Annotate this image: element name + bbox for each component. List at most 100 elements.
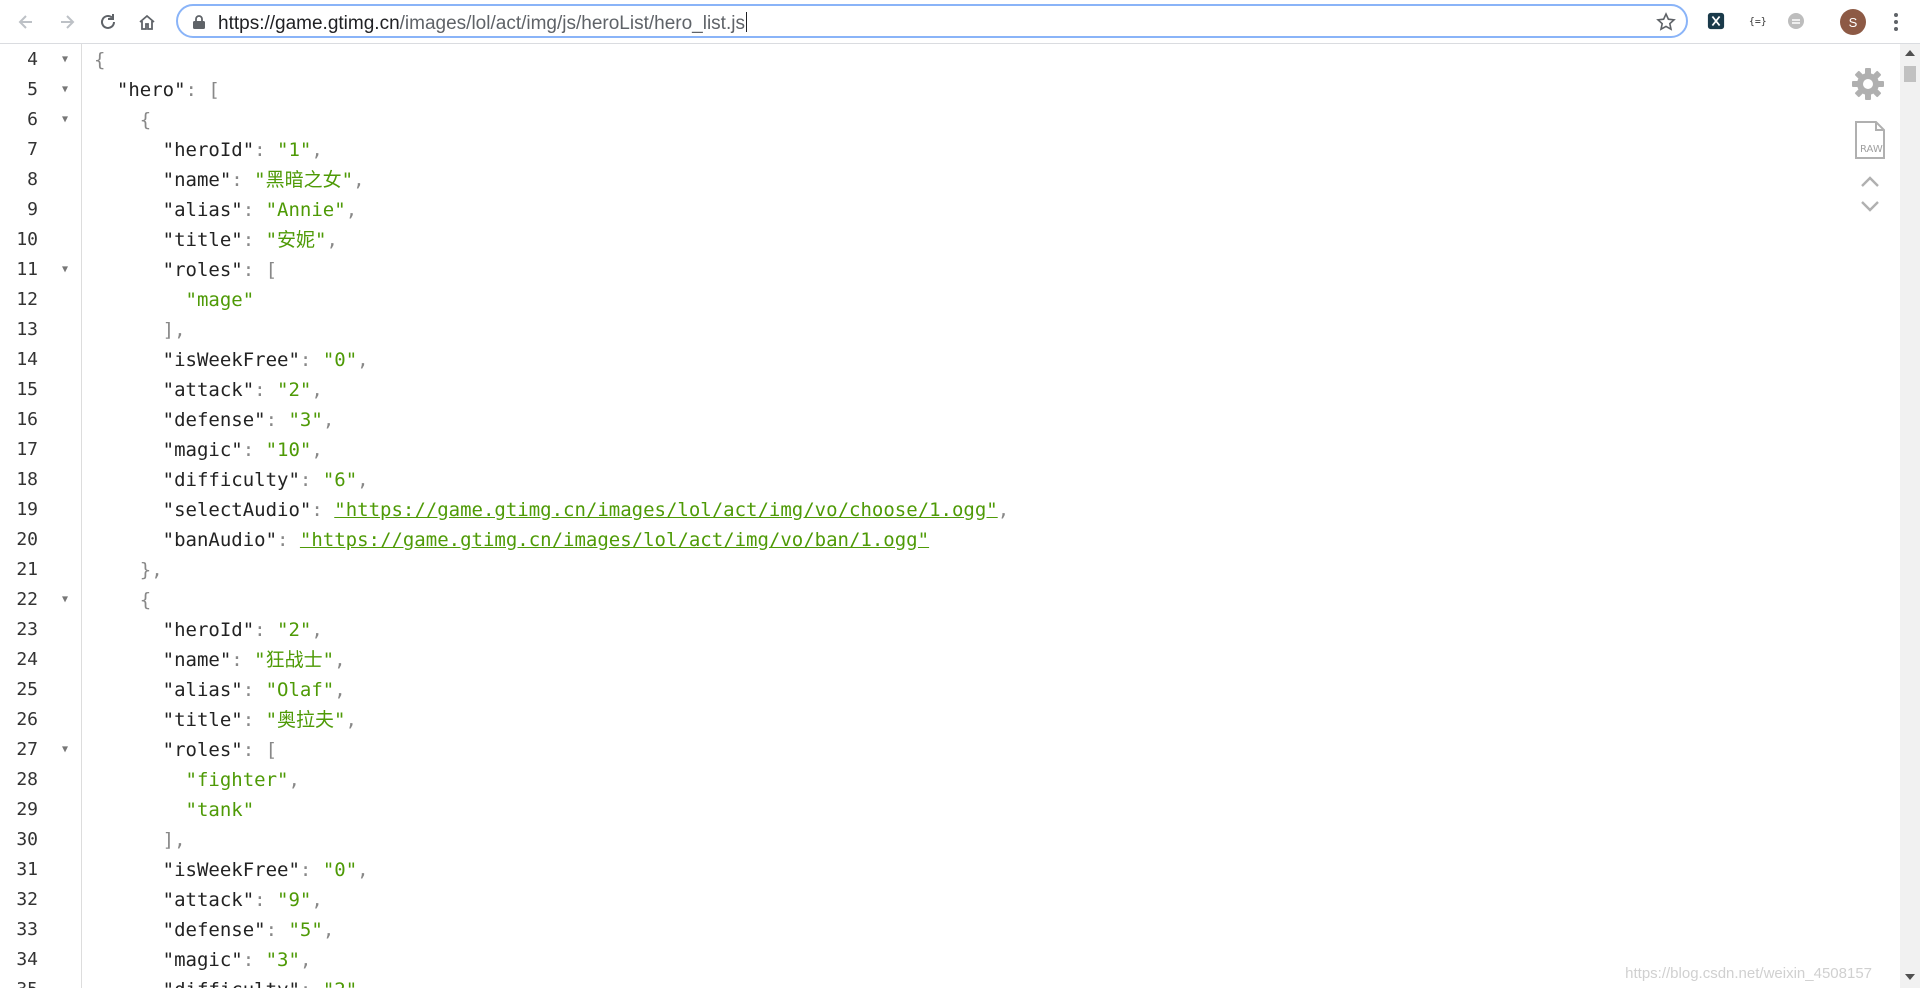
code-line: 10 "title": "安妮", — [0, 225, 1800, 255]
code-line: 14 "isWeekFree": "0", — [0, 345, 1800, 375]
line-number: 12 — [16, 289, 38, 310]
fold-toggle-icon[interactable]: ▼ — [62, 105, 68, 135]
line-number: 27 — [16, 739, 38, 760]
fold-toggle-icon[interactable]: ▼ — [62, 45, 68, 75]
url-link[interactable]: "https://game.gtimg.cn/images/lol/act/im… — [300, 529, 929, 551]
line-number: 8 — [27, 169, 38, 190]
line-number: 22 — [16, 589, 38, 610]
code-line: 31 "isWeekFree": "0", — [0, 855, 1800, 885]
line-number: 34 — [16, 949, 38, 970]
extension-json-icon[interactable]: {=} — [1747, 11, 1767, 31]
code-line: 5 ▼ "hero": [ — [0, 75, 1800, 105]
line-number: 11 — [16, 259, 38, 280]
code-text: "fighter", — [185, 769, 300, 791]
fold-toggle-icon[interactable]: ▼ — [62, 735, 68, 765]
line-number: 35 — [0, 975, 38, 988]
code-line: 12 "mage" — [0, 285, 1800, 315]
line-number: 9 — [27, 199, 38, 220]
fold-toggle-icon[interactable]: ▼ — [62, 585, 68, 615]
code-line: 30 ], — [0, 825, 1800, 855]
back-button[interactable] — [14, 10, 38, 34]
code-text: "title": "奥拉夫", — [162, 709, 357, 731]
line-number: 32 — [16, 889, 38, 910]
scroll-thumb[interactable] — [1904, 66, 1916, 82]
line-number: 4 — [27, 49, 38, 70]
code-text: "defense": "3", — [162, 409, 335, 431]
code-line: 4 ▼ { — [0, 45, 1800, 75]
line-number: 23 — [16, 619, 38, 640]
line-number: 20 — [16, 529, 38, 550]
line-number: 6 — [27, 109, 38, 130]
url-text[interactable]: https://game.gtimg.cn/images/lol/act/img… — [218, 12, 747, 35]
code-text: { — [94, 49, 106, 71]
expand-down-icon[interactable] — [1860, 200, 1880, 214]
code-text: "magic": "10", — [162, 439, 323, 461]
extension-circle-icon[interactable] — [1786, 11, 1806, 31]
code-line: 20 "banAudio": "https://game.gtimg.cn/im… — [0, 525, 1800, 555]
line-number: 30 — [16, 829, 38, 850]
code-text: "magic": "3", — [162, 949, 312, 971]
code-text: "heroId": "1", — [162, 139, 323, 161]
code-line: 15 "attack": "2", — [0, 375, 1800, 405]
code-text: { — [139, 109, 152, 131]
arrow-right-icon — [61, 15, 75, 29]
watermark-text: https://blog.csdn.net/weixin_4508157 — [1625, 965, 1872, 982]
text-caret — [745, 12, 747, 32]
extension-x-icon[interactable] — [1706, 11, 1726, 31]
code-text: "mage" — [185, 289, 255, 311]
address-bar[interactable]: https://game.gtimg.cn/images/lol/act/img… — [176, 4, 1688, 38]
lock-icon — [193, 15, 205, 29]
profile-avatar[interactable]: S — [1840, 9, 1866, 35]
url-path: /images/lol/act/img/js/heroList/hero_lis… — [399, 13, 745, 34]
line-number: 21 — [16, 559, 38, 580]
home-button[interactable] — [135, 10, 159, 34]
code-text: "alias": "Olaf", — [162, 679, 346, 701]
bookmark-star-icon[interactable] — [1656, 12, 1676, 32]
code-text: ], — [162, 829, 186, 851]
code-line: 33 "defense": "5", — [0, 915, 1800, 945]
svg-text:{=}: {=} — [1749, 17, 1767, 28]
url-link[interactable]: "https://game.gtimg.cn/images/lol/act/im… — [334, 499, 997, 521]
code-line: 8 "name": "黑暗之女", — [0, 165, 1800, 195]
vertical-scrollbar[interactable] — [1900, 44, 1920, 988]
fold-toggle-icon[interactable]: ▼ — [62, 255, 68, 285]
line-number: 7 — [27, 139, 38, 160]
raw-label: RAW — [1860, 144, 1883, 155]
line-number: 10 — [16, 229, 38, 250]
code-text: "name": "黑暗之女", — [162, 169, 365, 191]
code-text: "roles": [ — [162, 259, 278, 281]
settings-gear-icon[interactable] — [1850, 66, 1886, 102]
code-text: "alias": "Annie", — [162, 199, 358, 221]
more-menu-icon[interactable] — [1888, 10, 1904, 34]
scroll-down-arrow-icon[interactable] — [1905, 974, 1915, 980]
arrow-left-icon — [18, 15, 32, 29]
line-number: 25 — [16, 679, 38, 700]
code-text: "difficulty": "2", — [94, 975, 369, 988]
line-number: 13 — [16, 319, 38, 340]
browser-toolbar: https://game.gtimg.cn/images/lol/act/img… — [0, 0, 1920, 44]
line-number: 5 — [27, 79, 38, 100]
fold-toggle-icon[interactable]: ▼ — [62, 75, 68, 105]
code-line: 35 "difficulty": "2", — [0, 975, 1800, 988]
code-text: "name": "狂战士", — [162, 649, 346, 671]
line-number: 14 — [16, 349, 38, 370]
scroll-up-arrow-icon[interactable] — [1905, 50, 1915, 56]
reload-icon — [101, 14, 115, 29]
collapse-up-icon[interactable] — [1860, 174, 1880, 188]
line-number: 26 — [16, 709, 38, 730]
raw-view-button[interactable]: RAW — [1854, 120, 1886, 160]
code-line: 6 ▼ { — [0, 105, 1800, 135]
line-number: 17 — [16, 439, 38, 460]
reload-button[interactable] — [96, 10, 120, 34]
code-line: 21 }, — [0, 555, 1800, 585]
code-line: 26 "title": "奥拉夫", — [0, 705, 1800, 735]
code-text: "attack": "2", — [162, 379, 323, 401]
code-text: "banAudio": "https://game.gtimg.cn/image… — [162, 529, 930, 551]
code-text: "heroId": "2", — [162, 619, 323, 641]
code-text: "isWeekFree": "0", — [162, 349, 369, 371]
code-line: 25 "alias": "Olaf", — [0, 675, 1800, 705]
code-line: 17 "magic": "10", — [0, 435, 1800, 465]
forward-button[interactable] — [55, 10, 79, 34]
code-line: 13 ], — [0, 315, 1800, 345]
code-line: 28 "fighter", — [0, 765, 1800, 795]
